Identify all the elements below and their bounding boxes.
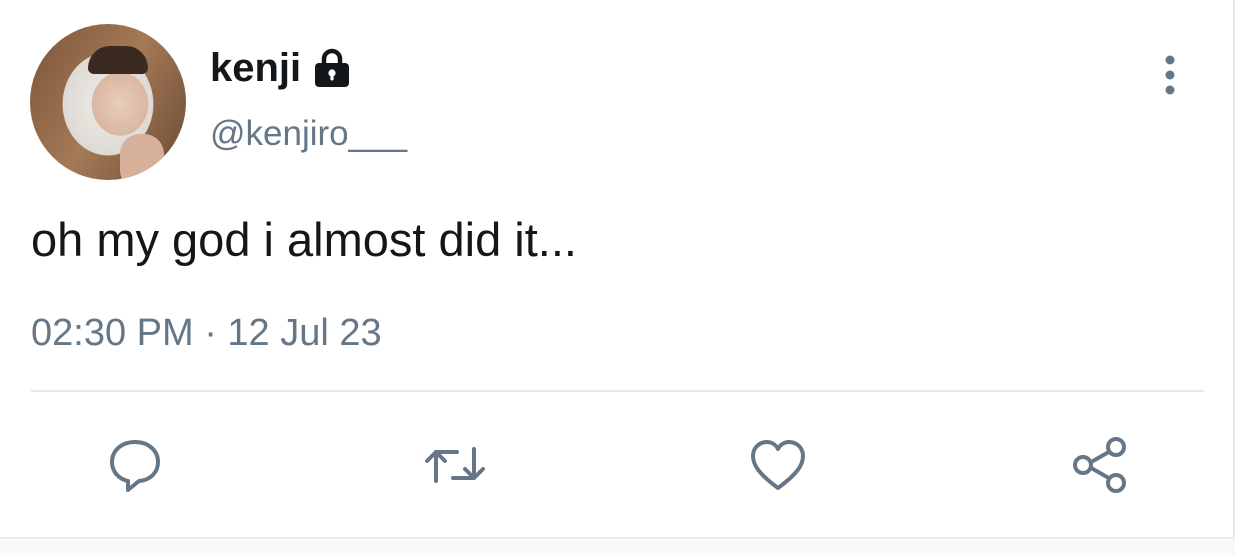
bottom-border <box>0 537 1235 555</box>
tweet-text: oh my god i almost did it... <box>31 213 577 266</box>
heart-icon <box>749 438 807 492</box>
comment-icon <box>106 436 164 494</box>
author-name-row[interactable]: kenji <box>210 44 351 92</box>
timestamp[interactable]: 02:30 PM · 12 Jul 23 <box>31 310 382 356</box>
avatar-hand <box>120 134 164 180</box>
retweet-icon <box>423 439 487 491</box>
avatar-hair <box>88 46 148 74</box>
avatar[interactable] <box>30 24 186 180</box>
share-button[interactable] <box>1070 435 1130 495</box>
share-icon <box>1070 436 1130 494</box>
reply-button[interactable] <box>105 435 165 495</box>
retweet-button[interactable] <box>425 435 485 495</box>
like-button[interactable] <box>748 435 808 495</box>
display-name[interactable]: kenji <box>210 44 301 92</box>
lock-icon <box>313 48 351 88</box>
more-vertical-icon[interactable] <box>1155 52 1185 100</box>
divider <box>31 390 1204 392</box>
username[interactable]: @kenjiro___ <box>210 112 407 156</box>
